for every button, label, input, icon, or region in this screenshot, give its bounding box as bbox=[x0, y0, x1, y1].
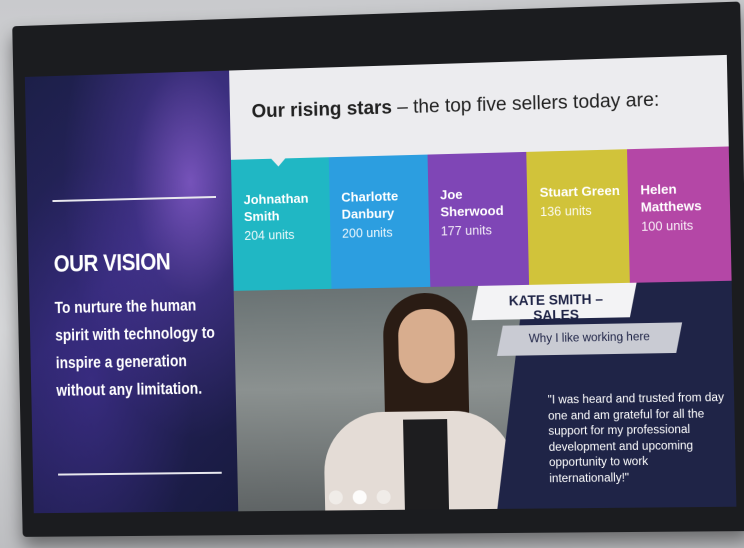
seller-name: Helen Matthews bbox=[640, 179, 730, 216]
person-face bbox=[398, 308, 456, 383]
vision-text: To nurture the human spirit with technol… bbox=[54, 291, 232, 405]
seller-units: 204 units bbox=[244, 223, 330, 247]
signage-screen: OUR VISION To nurture the human spirit w… bbox=[25, 55, 737, 513]
page-title: Our rising stars – the top five sellers … bbox=[251, 89, 659, 123]
seller-units: 100 units bbox=[641, 214, 731, 238]
title-rest: – the top five sellers today are: bbox=[392, 89, 660, 118]
pointer-arrow bbox=[270, 157, 286, 166]
divider bbox=[52, 196, 216, 202]
title-bold: Our rising stars bbox=[251, 97, 392, 122]
testimonial-quote: "I was heard and trusted from day one an… bbox=[548, 391, 732, 488]
name-tag: KATE SMITH – SALES bbox=[485, 291, 628, 324]
vision-panel: OUR VISION To nurture the human spirit w… bbox=[25, 71, 238, 514]
carousel-dot-active[interactable] bbox=[353, 490, 367, 504]
seller-card: Stuart Green 136 units bbox=[527, 149, 630, 285]
seller-card: Helen Matthews 100 units bbox=[627, 146, 731, 282]
person-top bbox=[403, 419, 449, 510]
seller-name: Charlotte Danbury bbox=[341, 187, 428, 223]
divider bbox=[58, 472, 222, 476]
carousel-dot[interactable] bbox=[377, 490, 391, 504]
display-monitor: OUR VISION To nurture the human spirit w… bbox=[12, 2, 744, 537]
carousel-dots bbox=[329, 490, 391, 505]
seller-name: Johnathan Smith bbox=[243, 189, 330, 225]
seller-units: 136 units bbox=[540, 199, 629, 223]
seller-units: 200 units bbox=[342, 221, 429, 245]
seller-card: Joe Sherwood 177 units bbox=[427, 152, 529, 287]
seller-card: Charlotte Danbury 200 units bbox=[329, 155, 430, 289]
sellers-row: Johnathan Smith 204 units Charlotte Danb… bbox=[231, 146, 732, 290]
seller-name: Joe Sherwood bbox=[440, 184, 528, 220]
header-bar: Our rising stars – the top five sellers … bbox=[229, 55, 729, 160]
vision-title: OUR VISION bbox=[53, 249, 170, 279]
seller-units: 177 units bbox=[441, 218, 529, 242]
carousel-dot[interactable] bbox=[329, 490, 343, 504]
seller-name: Stuart Green bbox=[539, 182, 628, 201]
seller-card: Johnathan Smith 204 units bbox=[231, 157, 331, 291]
